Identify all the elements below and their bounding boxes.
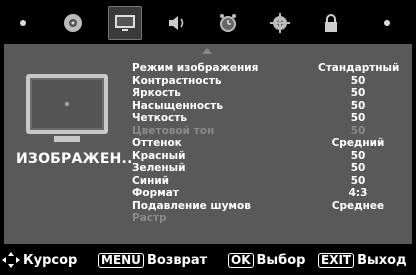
setting-value: 50 xyxy=(350,99,366,112)
footer-exit-label: Выход xyxy=(357,252,407,268)
setting-label: Красный xyxy=(132,149,186,162)
footer-cursor-label: Курсор xyxy=(23,252,78,268)
setting-row: Цветовой тон 50 xyxy=(132,125,400,137)
setting-label: Подавление шумов xyxy=(132,199,251,212)
setting-row[interactable]: Насыщенность 50 xyxy=(132,100,400,112)
setting-label: Насыщенность xyxy=(132,99,223,112)
dot-icon xyxy=(20,20,26,26)
setting-value: 50 xyxy=(350,162,366,174)
lock-icon xyxy=(325,14,337,32)
setting-row[interactable]: Подавление шумов Среднее xyxy=(132,200,400,212)
setting-row[interactable]: Режим изображения Стандартный xyxy=(132,62,400,74)
setting-label: Контрастность xyxy=(132,74,222,87)
setting-row: Растр xyxy=(132,212,400,224)
footer-menu-label: Возврат xyxy=(146,252,208,268)
setting-label: Четкость xyxy=(132,112,187,124)
setting-value: 50 xyxy=(350,124,366,137)
setting-value: 4:3 xyxy=(348,187,368,199)
setting-label: Оттенок xyxy=(132,137,182,149)
setting-value: 50 xyxy=(350,149,366,162)
disc-icon xyxy=(64,14,82,32)
clock-icon xyxy=(220,14,236,32)
footer-ok-label: Выбор xyxy=(256,252,306,268)
tab-sound[interactable] xyxy=(160,6,194,40)
setting-value: 50 xyxy=(350,87,366,99)
ok-key[interactable]: OK xyxy=(228,252,254,268)
setting-label: Режим изображения xyxy=(132,62,259,74)
tab-picture[interactable] xyxy=(108,6,142,40)
setting-row[interactable]: Синий 50 xyxy=(132,175,400,187)
tab-lock[interactable] xyxy=(314,6,348,40)
setting-row[interactable]: Яркость 50 xyxy=(132,87,400,99)
setting-label: Зеленый xyxy=(132,162,186,174)
footer-cursor: Курсор xyxy=(2,252,77,268)
gear-icon xyxy=(270,13,290,33)
tab-channel[interactable] xyxy=(56,6,90,40)
setting-value: Стандартный xyxy=(318,62,400,74)
category-title: ИЗОБРАЖЕН.. xyxy=(16,151,133,167)
setting-row[interactable]: Четкость 50 xyxy=(132,112,400,124)
picture-icon xyxy=(115,15,135,31)
setting-row[interactable]: Зеленый 50 xyxy=(132,162,400,174)
setting-value: 50 xyxy=(350,74,366,87)
picture-settings-panel: ИЗОБРАЖЕН.. Режим изображения Стандартный… xyxy=(4,44,412,244)
setting-label: Яркость xyxy=(132,87,181,99)
tab-dot-left[interactable] xyxy=(6,6,40,40)
footer-exit[interactable]: EXIT Выход xyxy=(318,252,407,268)
setting-label: Формат xyxy=(132,187,179,199)
footer-menu[interactable]: MENU Возврат xyxy=(98,252,207,268)
tv-preview-icon xyxy=(26,74,108,142)
setting-label: Цветовой тон xyxy=(132,124,215,137)
setting-row[interactable]: Формат 4:3 xyxy=(132,187,400,199)
speaker-icon xyxy=(169,16,184,30)
setting-row[interactable]: Красный 50 xyxy=(132,150,400,162)
footer-help-bar: Курсор MENU Возврат OK Выбор EXIT Выход xyxy=(0,244,416,275)
dpad-arrows-icon xyxy=(2,252,20,268)
scroll-up-arrow-icon[interactable] xyxy=(202,48,212,54)
setting-value: 50 xyxy=(350,174,366,187)
setting-label: Растр xyxy=(132,212,167,224)
tab-time[interactable] xyxy=(211,6,245,40)
exit-key[interactable]: EXIT xyxy=(318,252,355,268)
footer-ok[interactable]: OK Выбор xyxy=(228,252,305,268)
setting-value: Среднее xyxy=(331,199,385,212)
menu-key[interactable]: MENU xyxy=(98,252,144,268)
dot-icon xyxy=(384,20,390,26)
tab-dot-right[interactable] xyxy=(370,6,404,40)
top-tab-bar xyxy=(0,0,416,44)
setting-label: Синий xyxy=(132,174,170,187)
setting-value: 50 xyxy=(350,112,366,124)
setting-value: Средний xyxy=(331,137,385,149)
setting-row[interactable]: Контрастность 50 xyxy=(132,75,400,87)
setting-row[interactable]: Оттенок Средний xyxy=(132,137,400,149)
tab-settings[interactable] xyxy=(263,6,297,40)
